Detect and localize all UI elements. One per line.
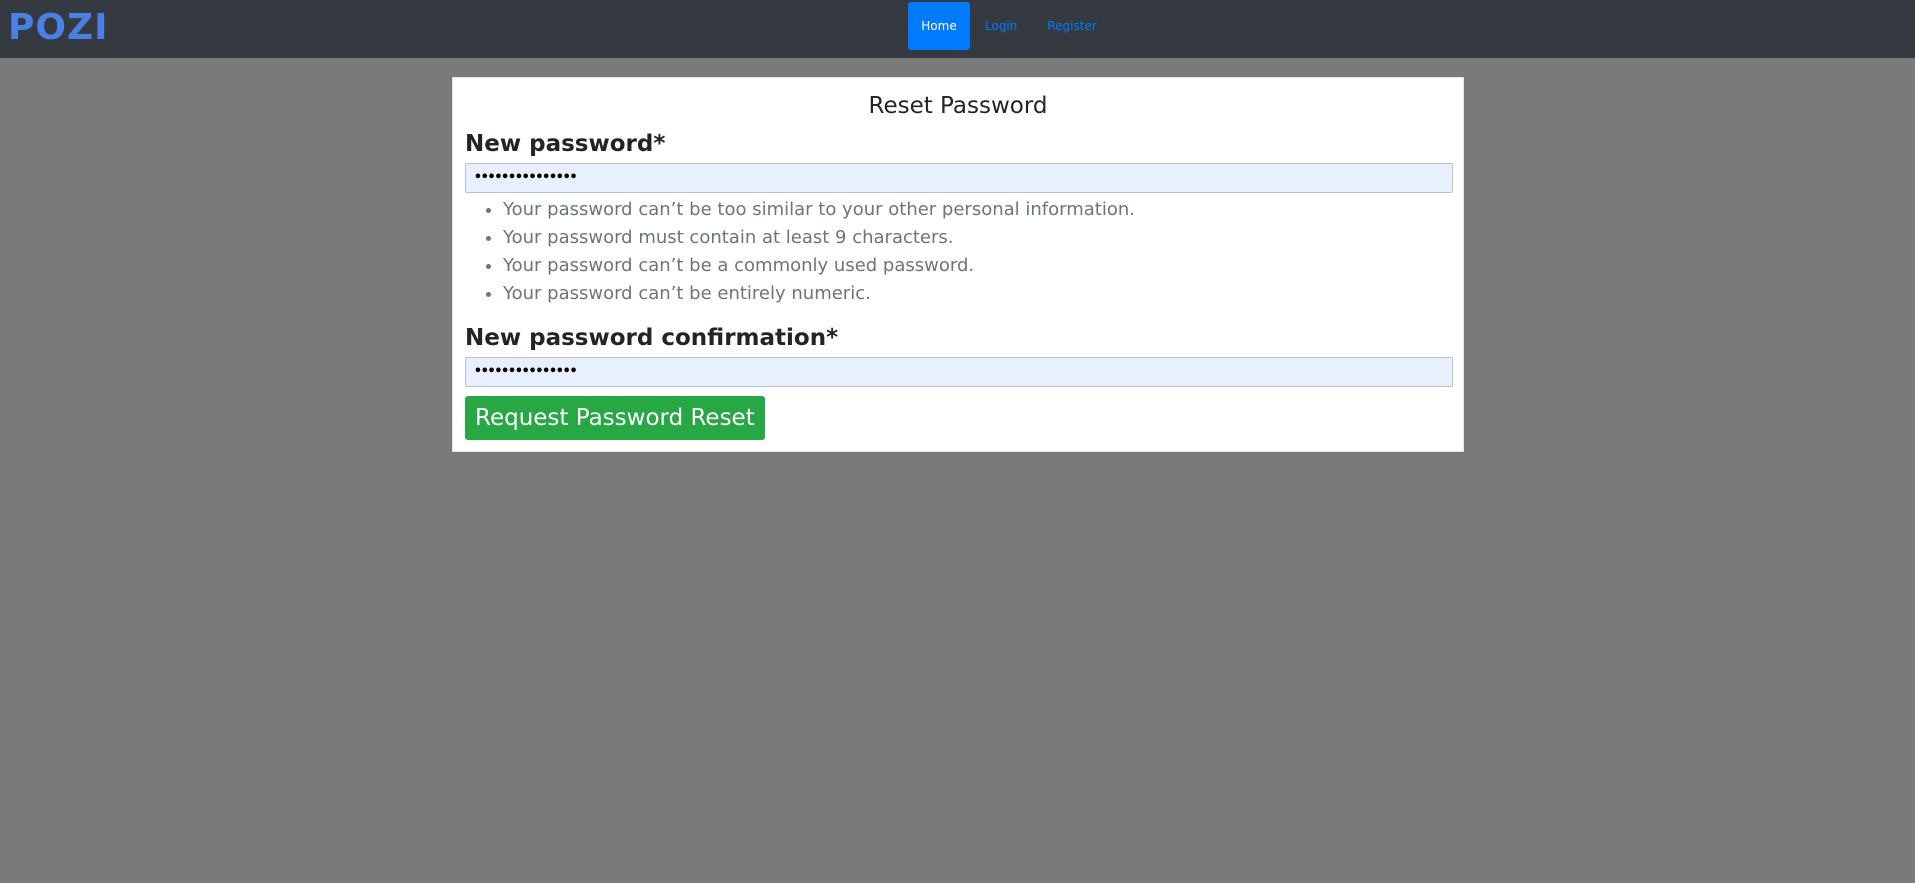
- password-help-list: Your password can’t be too similar to yo…: [465, 196, 1135, 308]
- new-password-input[interactable]: •••••••••••••••: [465, 163, 1453, 193]
- help-item: Your password can’t be entirely numeric.: [503, 280, 1135, 308]
- site-logo[interactable]: POZI: [8, 6, 109, 50]
- confirm-password-input[interactable]: •••••••••••••••: [465, 357, 1453, 387]
- reset-password-card: Reset Password New password* •••••••••••…: [452, 77, 1464, 452]
- nav-link-register[interactable]: Register: [1032, 2, 1111, 50]
- nav-link-login[interactable]: Login: [970, 2, 1032, 50]
- request-reset-button[interactable]: Request Password Reset: [465, 396, 765, 440]
- new-password-label: New password*: [465, 131, 666, 157]
- help-item: Your password can’t be a commonly used p…: [503, 252, 1135, 280]
- confirm-password-label: New password confirmation*: [465, 325, 839, 351]
- help-item: Your password must contain at least 9 ch…: [503, 224, 1135, 252]
- help-item: Your password can’t be too similar to yo…: [503, 196, 1135, 224]
- top-navbar: POZI Home Login Register: [0, 0, 1915, 58]
- page-title: Reset Password: [868, 93, 1048, 119]
- nav-links: Home Login Register: [908, 2, 1112, 50]
- nav-link-home[interactable]: Home: [908, 2, 970, 50]
